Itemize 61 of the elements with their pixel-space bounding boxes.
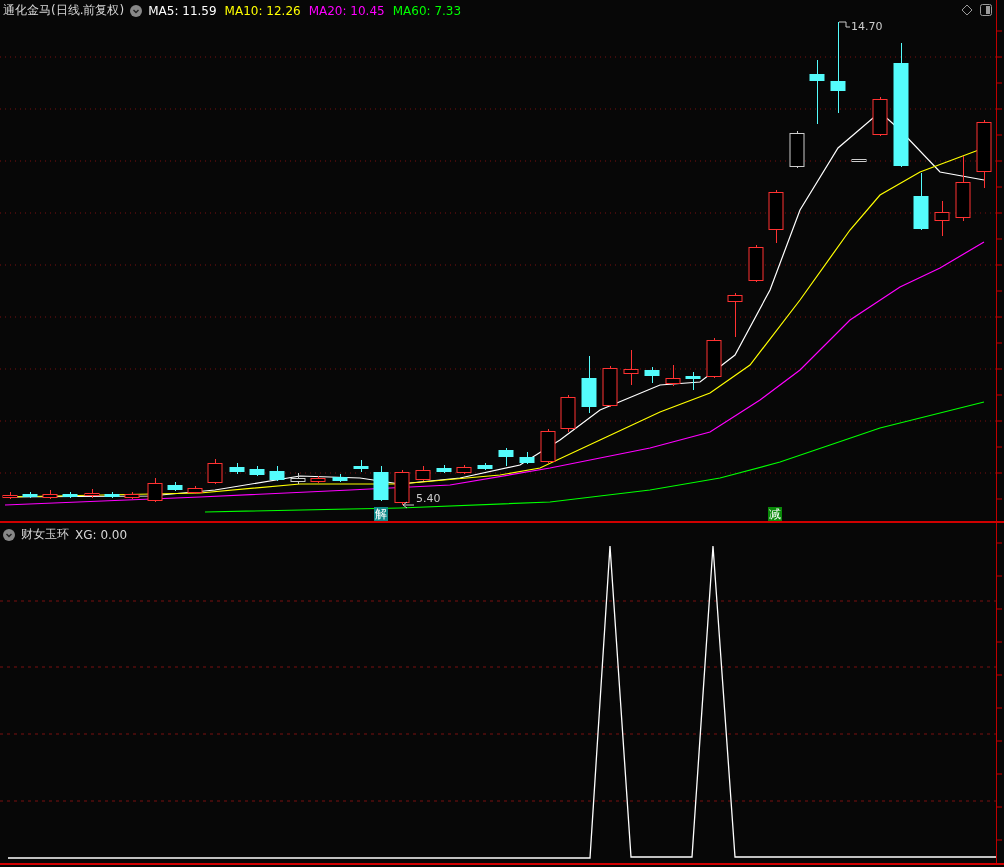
candlestick <box>851 158 867 162</box>
high-price-label: 14.70 <box>851 21 883 33</box>
candlestick <box>22 491 38 499</box>
diamond-icon[interactable] <box>961 4 973 16</box>
moving-average-value: MA10: 12.26 <box>224 3 301 18</box>
candlestick <box>498 447 514 467</box>
candlestick <box>207 458 223 485</box>
candlestick <box>872 96 888 137</box>
candlestick <box>249 465 265 477</box>
candlestick <box>477 462 493 471</box>
candlestick <box>665 364 681 387</box>
candlestick <box>685 371 701 391</box>
candlestick <box>353 459 369 473</box>
dropdown-icon[interactable] <box>130 4 143 17</box>
candlestick <box>748 244 764 283</box>
candlestick <box>789 130 805 169</box>
chart-title: 通化金马(日线.前复权) <box>3 2 125 19</box>
moving-average-value: MA60: 7.33 <box>392 3 462 18</box>
candlestick <box>706 337 722 379</box>
candlestick <box>644 366 660 384</box>
candlestick <box>84 488 100 499</box>
candlestick <box>623 349 639 386</box>
candlestick <box>602 365 618 408</box>
candlestick <box>913 172 929 231</box>
signal-tag: 解 <box>374 507 388 521</box>
candlestick <box>436 464 452 474</box>
candlestick <box>269 465 285 482</box>
candlestick <box>290 472 306 485</box>
signal-tag: 减 <box>768 507 782 521</box>
moving-average-value: MA20: 10.45 <box>308 3 385 18</box>
candlestick <box>310 475 326 484</box>
candlestick <box>809 59 825 125</box>
moving-average-value: MA5: 11.59 <box>148 3 217 18</box>
candlestick <box>124 491 140 500</box>
leader-line <box>402 501 415 509</box>
candlestick <box>373 465 389 502</box>
dropdown-icon[interactable] <box>3 528 15 541</box>
candlestick <box>560 394 576 433</box>
indicator-title: 财女玉环 <box>21 526 69 543</box>
candlestick <box>540 428 556 464</box>
leader-line <box>838 21 851 28</box>
candlestick <box>955 155 971 222</box>
indicator-reading: XG: 0.00 <box>75 527 128 542</box>
candlestick <box>62 491 78 499</box>
candlestick <box>229 462 245 475</box>
candlestick <box>976 119 992 189</box>
candlestick <box>934 200 950 237</box>
candlestick <box>187 485 203 495</box>
candlestick <box>768 189 784 244</box>
candlestick <box>332 473 348 483</box>
panel-toggle-icon[interactable] <box>980 4 992 16</box>
candlestick <box>394 469 410 506</box>
candlestick <box>727 292 743 338</box>
candlestick <box>147 477 163 503</box>
candlestick <box>167 481 183 492</box>
candlestick <box>42 489 58 500</box>
low-price-label: 5.40 <box>416 493 441 505</box>
candlestick <box>519 451 535 465</box>
candlestick <box>456 464 472 475</box>
candlestick <box>581 355 597 414</box>
candlestick <box>415 465 431 482</box>
